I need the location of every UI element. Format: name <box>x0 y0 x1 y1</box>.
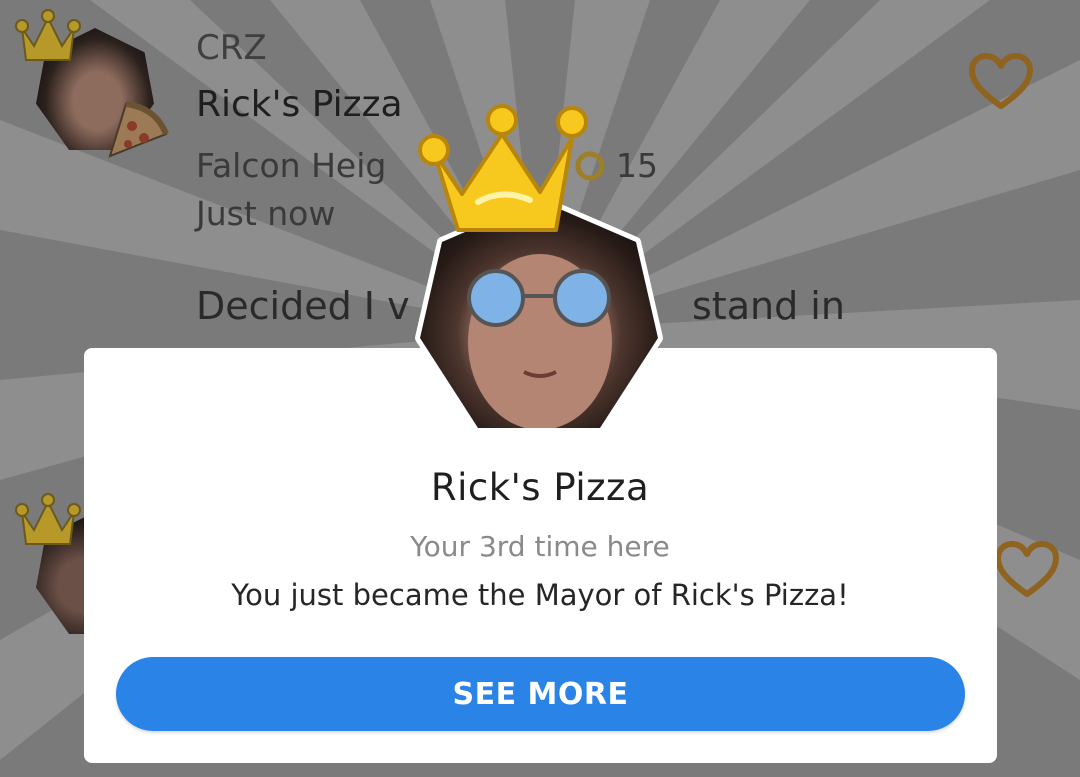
crown-icon <box>418 104 588 232</box>
feed-username: CRZ <box>196 28 267 68</box>
see-more-button[interactable]: SEE MORE <box>116 657 965 731</box>
feed-coin-count: 15 <box>616 146 658 185</box>
pizza-slice-icon <box>108 101 169 158</box>
feed-venue-name[interactable]: Rick's Pizza <box>196 84 403 125</box>
feed-timestamp: Just now <box>196 194 336 233</box>
modal-venue-title: Rick's Pizza <box>430 466 650 509</box>
heart-icon[interactable] <box>968 52 1034 112</box>
feed-location: Falcon Heig <box>196 146 387 185</box>
feed-post-text-tail: stand in <box>692 284 845 328</box>
modal-visit-count: Your 3rd time here <box>410 530 670 563</box>
feed-post-text: Decided I v <box>196 284 410 328</box>
modal-mayor-message: You just became the Mayor of Rick's Pizz… <box>231 578 849 612</box>
crown-icon <box>15 9 81 61</box>
